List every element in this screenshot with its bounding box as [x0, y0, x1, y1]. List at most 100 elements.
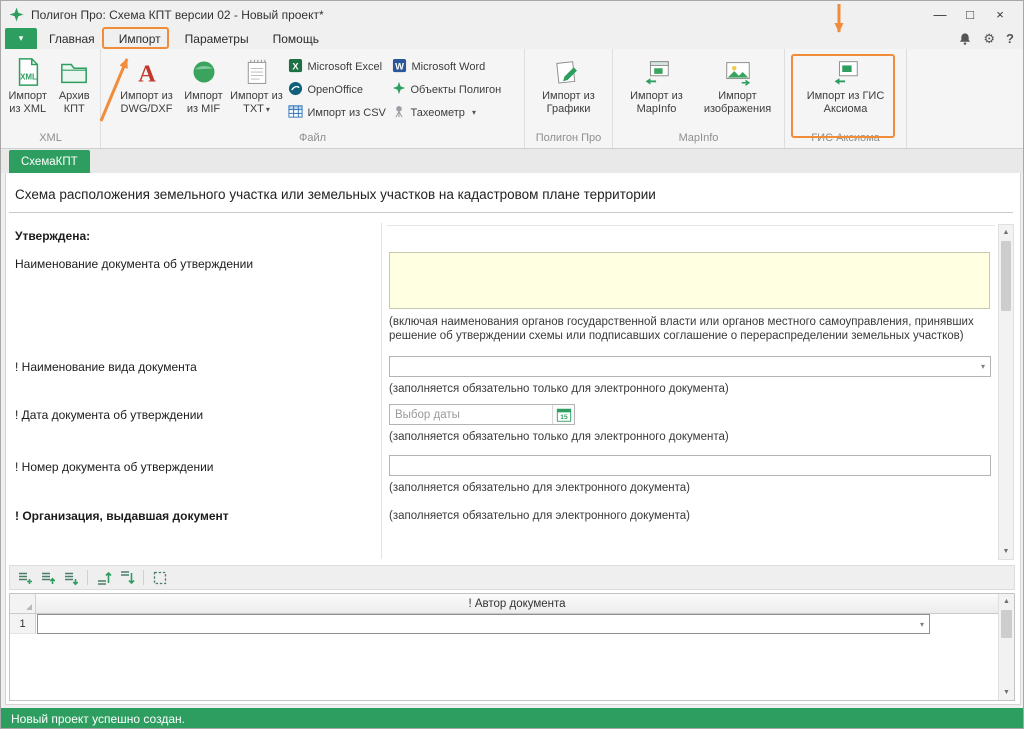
close-button[interactable]: ×: [989, 5, 1011, 25]
ribbon-group-mapinfo-label: MapInfo: [613, 131, 784, 148]
table-scrollbar[interactable]: ▲ ▼: [998, 594, 1014, 700]
fit-size-icon: [152, 570, 168, 586]
statusbar: Новый проект успешно создан.: [1, 708, 1024, 729]
scroll-down-icon[interactable]: ▼: [999, 544, 1013, 559]
import-txt-label: Импорт из TXT▾: [229, 90, 285, 116]
dropdown-arrow-icon: ▾: [266, 105, 270, 114]
minimize-button[interactable]: —: [929, 5, 951, 25]
import-xml-button[interactable]: XML Импорт из XML: [4, 52, 51, 131]
table-corner-cell[interactable]: [10, 594, 36, 614]
add-row-button[interactable]: [15, 568, 35, 588]
move-row-up-button[interactable]: [94, 568, 114, 588]
archive-kpt-button[interactable]: Архив КПТ: [51, 52, 97, 131]
app-logo-icon: [9, 7, 24, 22]
form-scrollbar-thumb[interactable]: [1001, 241, 1011, 311]
import-txt-button[interactable]: Импорт из TXT▾: [229, 52, 285, 131]
authors-table: ! Автор документа 1 ▾ ▲ ▼: [9, 593, 1015, 701]
ribbon-group-axioma-content: Импорт из ГИС Аксиома: [785, 49, 906, 131]
title-divider: [9, 212, 1013, 213]
form-scrollbar[interactable]: ▲ ▼: [998, 224, 1014, 560]
scroll-down-icon[interactable]: ▼: [999, 685, 1014, 700]
import-image-button[interactable]: Импорт изображения: [696, 52, 780, 131]
import-xml-label: Импорт из XML: [4, 90, 51, 116]
import-csv-button[interactable]: Импорт из CSV: [285, 103, 389, 122]
ribbon-group-file-label: Файл: [101, 131, 524, 148]
ribbon-group-file: A Импорт из DWG/DXF Импорт из MIF Импорт…: [101, 49, 525, 148]
row-number-cell[interactable]: 1: [10, 614, 36, 634]
svg-text:W: W: [395, 61, 404, 71]
import-excel-button[interactable]: X Microsoft Excel: [285, 57, 389, 76]
table-toolbar: [9, 565, 1015, 590]
calendar-button[interactable]: 15: [552, 405, 574, 424]
status-message: Новый проект успешно создан.: [11, 712, 185, 726]
xml-file-icon: XML: [13, 55, 43, 88]
polygon-objects-button[interactable]: Объекты Полигон: [389, 80, 511, 99]
tacheometer-label: Тахеометр: [411, 107, 465, 119]
bell-icon[interactable]: [958, 32, 972, 46]
insert-row-below-icon: [63, 570, 79, 586]
dropdown-arrow-icon: ▾: [472, 108, 476, 117]
table-scrollbar-thumb[interactable]: [1001, 610, 1012, 638]
import-openoffice-button[interactable]: OpenOffice: [285, 80, 389, 99]
import-txt-text: Импорт из TXT: [230, 90, 283, 115]
axioma-window-icon: [831, 55, 861, 88]
ribbon-group-mapinfo-content: Импорт из MapInfo Импорт изображения: [613, 49, 784, 131]
combo-chevron-icon: ▾: [920, 620, 929, 629]
tab-shema-kpt[interactable]: СхемаКПТ: [9, 150, 90, 173]
tacheometer-button[interactable]: Тахеометр ▾: [389, 103, 511, 122]
app-menu-button[interactable]: ▾: [5, 28, 37, 49]
move-row-down-button[interactable]: [117, 568, 137, 588]
settings-gear-icon[interactable]: ⚙: [983, 31, 995, 47]
tab-parametry[interactable]: Параметры: [173, 28, 261, 49]
svg-text:XML: XML: [20, 72, 37, 81]
maximize-button[interactable]: □: [959, 5, 981, 25]
import-mif-button[interactable]: Импорт из MIF: [179, 52, 229, 131]
doc-name-hint: (включая наименования органов государств…: [389, 315, 995, 343]
ribbon-group-xml-label: XML: [1, 131, 100, 148]
table-header-author[interactable]: ! Автор документа: [36, 594, 998, 614]
graphics-sheet-icon: [554, 55, 584, 88]
import-mapinfo-button[interactable]: Импорт из MapInfo: [618, 52, 696, 131]
tacheometer-icon: [392, 104, 406, 121]
import-graphics-label: Импорт из Графики: [533, 90, 605, 116]
organization-hint: (заполняется обязательно для электронног…: [389, 509, 995, 523]
help-icon[interactable]: ?: [1006, 31, 1014, 46]
import-axioma-button[interactable]: Импорт из ГИС Аксиома: [799, 52, 893, 131]
import-openoffice-label: OpenOffice: [308, 84, 363, 96]
ribbon-group-axioma-label: ГИС Аксиома: [785, 131, 906, 148]
insert-row-below-button[interactable]: [61, 568, 81, 588]
insert-row-above-icon: [40, 570, 56, 586]
import-mapinfo-label: Импорт из MapInfo: [618, 90, 696, 116]
doc-name-textarea[interactable]: [389, 252, 990, 309]
field-label-approved: Утверждена:: [15, 229, 375, 243]
scroll-up-icon[interactable]: ▲: [999, 594, 1014, 609]
fit-size-button[interactable]: [150, 568, 170, 588]
doc-date-input[interactable]: [390, 409, 552, 421]
import-axioma-label: Импорт из ГИС Аксиома: [799, 90, 893, 116]
move-row-up-icon: [96, 570, 112, 586]
doc-number-input[interactable]: [389, 455, 991, 476]
tab-pomosh[interactable]: Помощь: [261, 28, 331, 49]
form-column-divider: [381, 223, 382, 559]
mapinfo-window-icon: [642, 55, 672, 88]
ribbon-group-polygon-pro-label: Полигон Про: [525, 131, 612, 148]
doc-type-combobox[interactable]: ▾: [389, 356, 991, 377]
import-graphics-button[interactable]: Импорт из Графики: [533, 52, 605, 131]
form-top-divider: [387, 225, 995, 226]
word-icon: W: [392, 58, 407, 76]
table-row: 1 ▾: [10, 614, 998, 634]
corner-marker-icon: [26, 604, 32, 610]
scroll-up-icon[interactable]: ▲: [999, 225, 1013, 240]
tab-glavnaya[interactable]: Главная: [37, 28, 107, 49]
author-combobox[interactable]: ▾: [37, 614, 930, 634]
import-dwg-label: Импорт из DWG/DXF: [115, 90, 179, 116]
globe-mif-icon: [190, 55, 218, 88]
ribbon-group-mapinfo: Импорт из MapInfo Импорт изображения Map…: [613, 49, 785, 148]
menubar-right-icons: ⚙ ?: [958, 28, 1023, 49]
window-title: Полигон Про: Схема КПТ версии 02 - Новый…: [31, 8, 324, 22]
import-dwg-button[interactable]: A Импорт из DWG/DXF: [115, 52, 179, 131]
field-label-doc-date: ! Дата документа об утверждении: [15, 408, 375, 422]
tab-import[interactable]: Импорт: [107, 28, 173, 49]
import-word-button[interactable]: W Microsoft Word: [389, 57, 511, 76]
insert-row-above-button[interactable]: [38, 568, 58, 588]
